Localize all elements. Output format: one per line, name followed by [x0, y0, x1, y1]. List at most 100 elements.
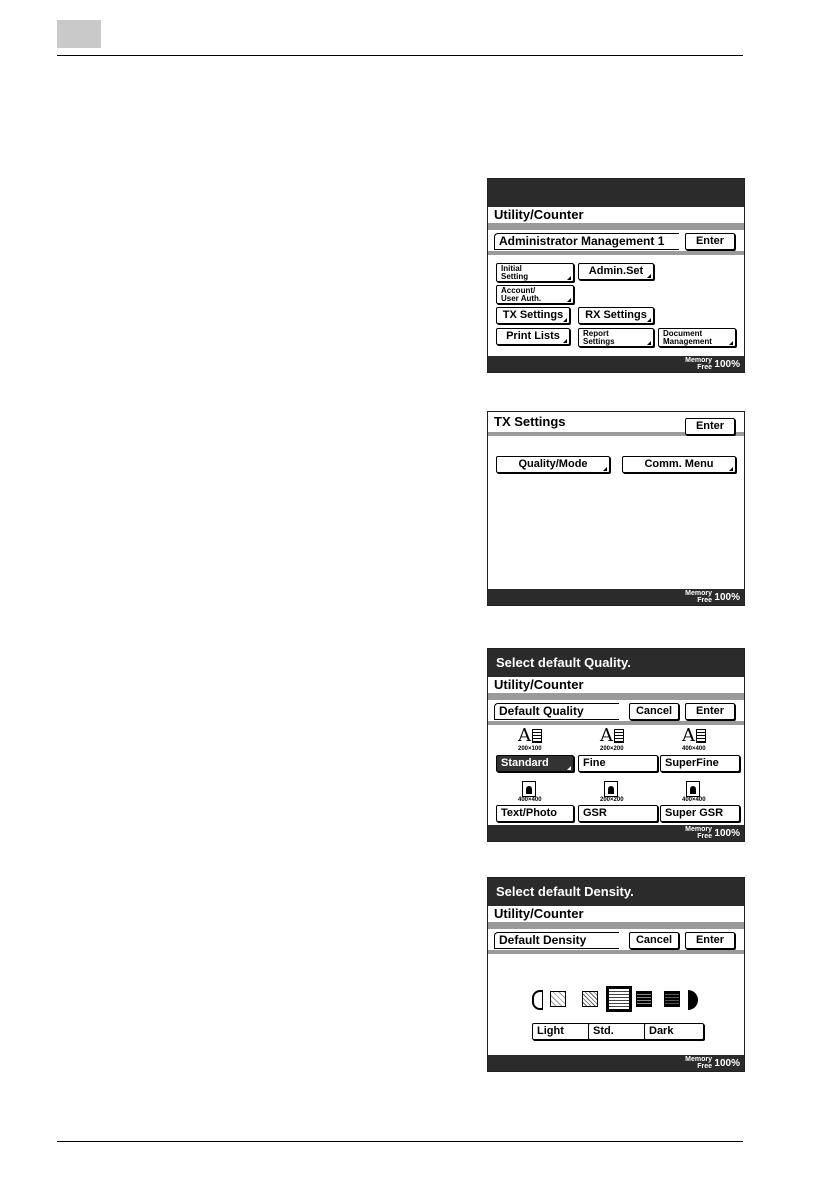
document-management-button[interactable]: Document Management — [658, 328, 736, 347]
res-label: 400×400 — [682, 746, 706, 752]
superfine-button[interactable]: SuperFine — [660, 755, 740, 772]
quality-superfine-icon: A — [682, 727, 706, 745]
quality-mode-label: Quality/Mode — [518, 458, 588, 470]
corner-icon — [647, 274, 651, 278]
memory-percent: 100% — [714, 828, 740, 839]
panel-header: Utility/Counter — [488, 677, 744, 697]
gsr-label: GSR — [583, 807, 607, 819]
print-lists-button[interactable]: Print Lists — [496, 328, 570, 345]
fine-label: Fine — [583, 757, 606, 769]
sub-title: Default Quality — [494, 703, 619, 720]
quality-standard-icon: A — [518, 727, 542, 745]
standard-button[interactable]: Standard — [496, 755, 574, 772]
status-bar: Memory Free 100% — [488, 825, 744, 841]
std-label: Std. — [593, 1025, 614, 1037]
memory-percent: 100% — [714, 359, 740, 370]
corner-icon — [567, 276, 571, 280]
sub-header: Default Density Cancel Enter — [488, 926, 744, 951]
memory-percent: 100% — [714, 592, 740, 603]
comm-menu-label: Comm. Menu — [644, 458, 714, 470]
sub-header: Administrator Management 1 Enter — [488, 227, 744, 252]
default-quality-panel: Select default Quality. Utility/Counter … — [487, 648, 745, 842]
res-label: 200×200 — [600, 797, 624, 803]
sub-header: Default Quality Cancel Enter — [488, 697, 744, 722]
account-user-auth-button[interactable]: Account/ User Auth. — [496, 285, 574, 304]
corner-icon — [567, 766, 571, 770]
super-gsr-label: Super GSR — [665, 807, 724, 819]
rx-settings-button[interactable]: RX Settings — [578, 307, 654, 324]
corner-icon — [563, 339, 567, 343]
enter-button[interactable]: Enter — [685, 932, 735, 949]
print-lists-label: Print Lists — [506, 330, 560, 342]
dark-label: Dark — [649, 1025, 674, 1037]
tx-settings-button[interactable]: TX Settings — [496, 307, 570, 324]
report-settings-button[interactable]: Report Settings — [578, 328, 654, 347]
comm-menu-button[interactable]: Comm. Menu — [622, 456, 736, 473]
density-level-icon — [582, 991, 598, 1007]
corner-icon — [647, 318, 651, 322]
gsr-button[interactable]: GSR — [578, 805, 658, 822]
light-button[interactable]: Light — [532, 1023, 592, 1040]
top-rule — [57, 55, 743, 56]
message-bar: Select default Quality. — [488, 649, 744, 677]
density-selected-icon[interactable] — [606, 986, 632, 1012]
corner-icon — [603, 467, 607, 471]
admin-management-panel: Utility/Counter Administrator Management… — [487, 178, 745, 373]
gsr-icon — [604, 781, 618, 797]
dark-button[interactable]: Dark — [644, 1023, 704, 1040]
memory-percent: 100% — [714, 1058, 740, 1069]
rx-settings-label: RX Settings — [585, 309, 647, 321]
message-bar: Select default Density. — [488, 878, 744, 906]
corner-icon — [563, 318, 567, 322]
res-label: 200×200 — [600, 746, 624, 752]
std-button[interactable]: Std. — [588, 1023, 648, 1040]
corner-icon — [647, 341, 651, 345]
cancel-button[interactable]: Cancel — [629, 932, 679, 949]
memory-free-label: Memory Free — [685, 357, 712, 371]
sub-title: Administrator Management 1 — [494, 233, 679, 250]
tx-settings-panel: TX Settings Enter Quality/Mode Comm. Men… — [487, 411, 745, 606]
text-photo-button[interactable]: Text/Photo — [496, 805, 574, 822]
report-label-2: Settings — [583, 337, 615, 346]
status-bar: Memory Free 100% — [488, 356, 744, 372]
status-bar: Memory Free 100% — [488, 589, 744, 605]
memory-free-label: Memory Free — [685, 1056, 712, 1070]
super-gsr-button[interactable]: Super GSR — [660, 805, 740, 822]
res-label: 400×400 — [682, 797, 706, 803]
sub-title: Default Density — [494, 932, 619, 949]
cancel-button[interactable]: Cancel — [629, 703, 679, 720]
document-label-2: Management — [663, 337, 712, 346]
density-darkest-icon — [688, 990, 698, 1010]
fine-button[interactable]: Fine — [578, 755, 658, 772]
super-gsr-icon — [686, 781, 700, 797]
enter-button[interactable]: Enter — [685, 233, 735, 250]
corner-icon — [729, 341, 733, 345]
panel-header: Utility/Counter — [488, 207, 744, 227]
enter-button[interactable]: Enter — [685, 418, 735, 435]
corner-icon — [729, 467, 733, 471]
quality-mode-button[interactable]: Quality/Mode — [496, 456, 610, 473]
light-label: Light — [537, 1025, 564, 1037]
enter-button[interactable]: Enter — [685, 703, 735, 720]
admin-set-button[interactable]: Admin.Set — [578, 263, 654, 280]
admin-set-label: Admin.Set — [588, 265, 644, 277]
standard-label: Standard — [501, 757, 549, 769]
divider — [488, 950, 744, 954]
initial-setting-label-2: Setting — [501, 272, 529, 281]
status-bar: Memory Free 100% — [488, 1055, 744, 1071]
density-lightest-icon — [532, 990, 543, 1010]
superfine-label: SuperFine — [665, 757, 719, 769]
chapter-number-box — [57, 20, 101, 48]
memory-free-label: Memory Free — [685, 590, 712, 604]
density-level-icon — [550, 991, 566, 1007]
density-level-icon — [636, 991, 652, 1007]
text-photo-icon — [522, 781, 536, 797]
text-photo-label: Text/Photo — [501, 807, 558, 819]
density-level-icon — [664, 991, 680, 1007]
divider — [488, 251, 744, 255]
tx-settings-label: TX Settings — [502, 309, 564, 321]
initial-setting-button[interactable]: Initial Setting — [496, 263, 574, 282]
res-label: 400×400 — [518, 797, 542, 803]
memory-free-label: Memory Free — [685, 826, 712, 840]
res-label: 200×100 — [518, 746, 542, 752]
